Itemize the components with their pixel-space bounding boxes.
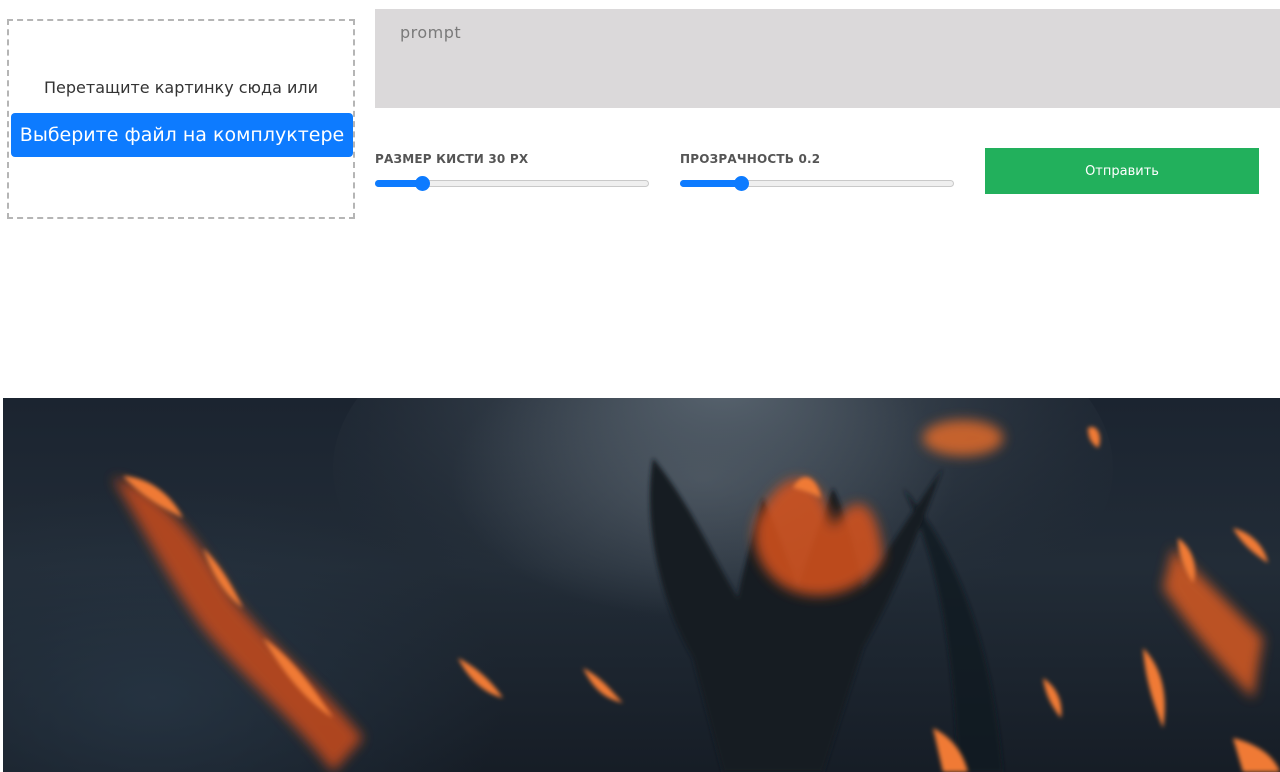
brush-size-label: РАЗМЕР КИСТИ 30 PX [375, 152, 529, 166]
image-dropzone[interactable]: Перетащите картинку сюда или Выберите фа… [7, 19, 355, 219]
opacity-fill [680, 180, 741, 187]
fire-artwork-image [113, 398, 1280, 772]
choose-file-button[interactable]: Выберите файл на комплуктере [11, 113, 353, 157]
opacity-thumb[interactable] [734, 176, 749, 191]
dropzone-text: Перетащите картинку сюда или [44, 78, 318, 97]
opacity-slider[interactable] [680, 176, 954, 191]
submit-button[interactable]: Отправить [985, 148, 1259, 194]
brush-size-thumb[interactable] [415, 176, 430, 191]
opacity-label: ПРОЗРАЧНОСТЬ 0.2 [680, 152, 821, 166]
page: Перетащите картинку сюда или Выберите фа… [0, 0, 1280, 772]
opacity-control: ПРОЗРАЧНОСТЬ 0.2 [680, 150, 956, 191]
drawing-canvas[interactable] [3, 398, 1280, 772]
brush-size-control: РАЗМЕР КИСТИ 30 PX [375, 150, 651, 191]
prompt-input[interactable] [375, 9, 1280, 108]
brush-size-slider[interactable] [375, 176, 649, 191]
